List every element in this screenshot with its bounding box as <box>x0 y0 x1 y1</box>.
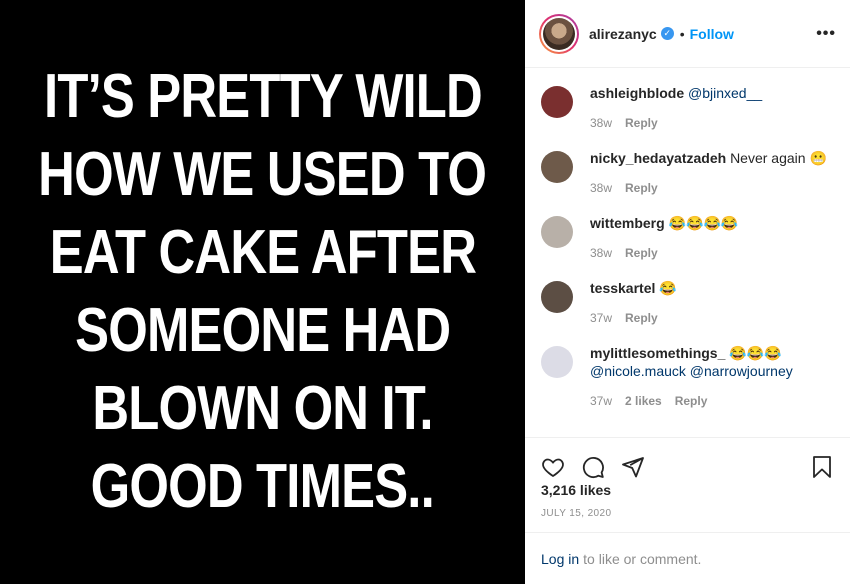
comment-time[interactable]: 38w <box>590 244 612 262</box>
post-side-panel: alirezanyc ✓ • Follow ••• ashleighblode … <box>525 0 850 584</box>
comment-username[interactable]: tesskartel <box>590 280 655 296</box>
comment-item: wittemberg 😂😂😂😂 38w Reply <box>541 214 836 262</box>
post-image: IT’S PRETTY WILD HOW WE USED TO EAT CAKE… <box>0 0 525 584</box>
comment-time[interactable]: 37w <box>590 309 612 327</box>
comment-meta: 38w Reply <box>590 179 827 197</box>
reply-button[interactable]: Reply <box>625 244 658 262</box>
separator-dot: • <box>679 25 685 42</box>
comment-body: mylittlesomethings_ 😂😂😂 @nicole.mauck @na… <box>590 344 793 410</box>
comment-item: nicky_hedayatzadeh Never again 😬 38w Repl… <box>541 149 836 197</box>
reply-button[interactable]: Reply <box>625 179 658 197</box>
verified-badge-icon: ✓ <box>660 27 674 40</box>
comment-likes[interactable]: 2 likes <box>625 392 662 410</box>
commenter-avatar[interactable] <box>541 281 573 313</box>
comment-item: mylittlesomethings_ 😂😂😂 @nicole.mauck @na… <box>541 344 836 410</box>
share-icon[interactable] <box>621 455 645 479</box>
comment-text: 😂😂😂 <box>729 345 782 361</box>
post-header: alirezanyc ✓ • Follow ••• <box>525 0 850 68</box>
reply-button[interactable]: Reply <box>625 309 658 327</box>
comment-text: Never again 😬 <box>730 150 827 166</box>
meme-text-line: EAT CAKE AFTER <box>49 218 476 287</box>
meme-text-line: IT’S PRETTY WILD <box>43 62 483 131</box>
post-date[interactable]: July 15, 2020 <box>525 508 850 519</box>
reply-button[interactable]: Reply <box>675 392 708 410</box>
owner-avatar[interactable] <box>539 13 579 54</box>
comment-username[interactable]: nicky_hedayatzadeh <box>590 150 726 166</box>
comment-meta: 37w Reply <box>590 309 677 327</box>
comment-username[interactable]: wittemberg <box>590 215 665 231</box>
comment-item: tesskartel 😂 37w Reply <box>541 279 836 327</box>
comment-text: 😂 <box>659 280 677 296</box>
comment-meta: 37w 2 likes Reply <box>590 392 793 410</box>
login-prompt: Log in to like or comment. <box>525 532 850 584</box>
comments-list[interactable]: ashleighblode @bjinxed__ 38w Reply nicky_he… <box>525 68 850 438</box>
more-options-icon[interactable]: ••• <box>816 25 836 41</box>
commenter-avatar[interactable] <box>541 86 573 118</box>
heart-icon[interactable] <box>541 455 565 479</box>
comment-time[interactable]: 37w <box>590 392 612 410</box>
comment-mention[interactable]: @bjinxed__ <box>688 85 762 101</box>
comment-meta: 38w Reply <box>590 244 738 262</box>
follow-button[interactable]: Follow <box>690 26 734 42</box>
meme-text-line: BLOWN ON IT. <box>92 374 433 443</box>
comment-body: wittemberg 😂😂😂😂 38w Reply <box>590 214 738 262</box>
meme-text-line: GOOD TIMES.. <box>90 452 435 521</box>
comment-body: ashleighblode @bjinxed__ 38w Reply <box>590 84 762 132</box>
comment-body: tesskartel 😂 37w Reply <box>590 279 677 327</box>
bookmark-icon[interactable] <box>810 455 834 479</box>
commenter-avatar[interactable] <box>541 151 573 183</box>
meme-text-line: SOMEONE HAD <box>74 296 451 365</box>
login-prompt-text: to like or comment. <box>583 550 702 567</box>
likes-count[interactable]: 3,216 likes <box>525 482 850 498</box>
comment-mention[interactable]: @nicole.mauck @narrowjourney <box>590 363 793 379</box>
meme-text-line: HOW WE USED TO <box>38 140 488 209</box>
owner-username[interactable]: alirezanyc <box>589 26 657 42</box>
commenter-avatar[interactable] <box>541 346 573 378</box>
comment-text: 😂😂😂😂 <box>668 215 739 231</box>
comment-username[interactable]: mylittlesomethings_ <box>590 345 725 361</box>
comment-username[interactable]: ashleighblode <box>590 85 684 101</box>
comment-icon[interactable] <box>581 455 605 479</box>
comment-time[interactable]: 38w <box>590 179 612 197</box>
comment-meta: 38w Reply <box>590 114 762 132</box>
commenter-avatar[interactable] <box>541 216 573 248</box>
login-link[interactable]: Log in <box>541 551 579 567</box>
reply-button[interactable]: Reply <box>625 114 658 132</box>
comment-body: nicky_hedayatzadeh Never again 😬 38w Repl… <box>590 149 827 197</box>
comment-time[interactable]: 38w <box>590 114 612 132</box>
comment-item: ashleighblode @bjinxed__ 38w Reply <box>541 84 836 132</box>
